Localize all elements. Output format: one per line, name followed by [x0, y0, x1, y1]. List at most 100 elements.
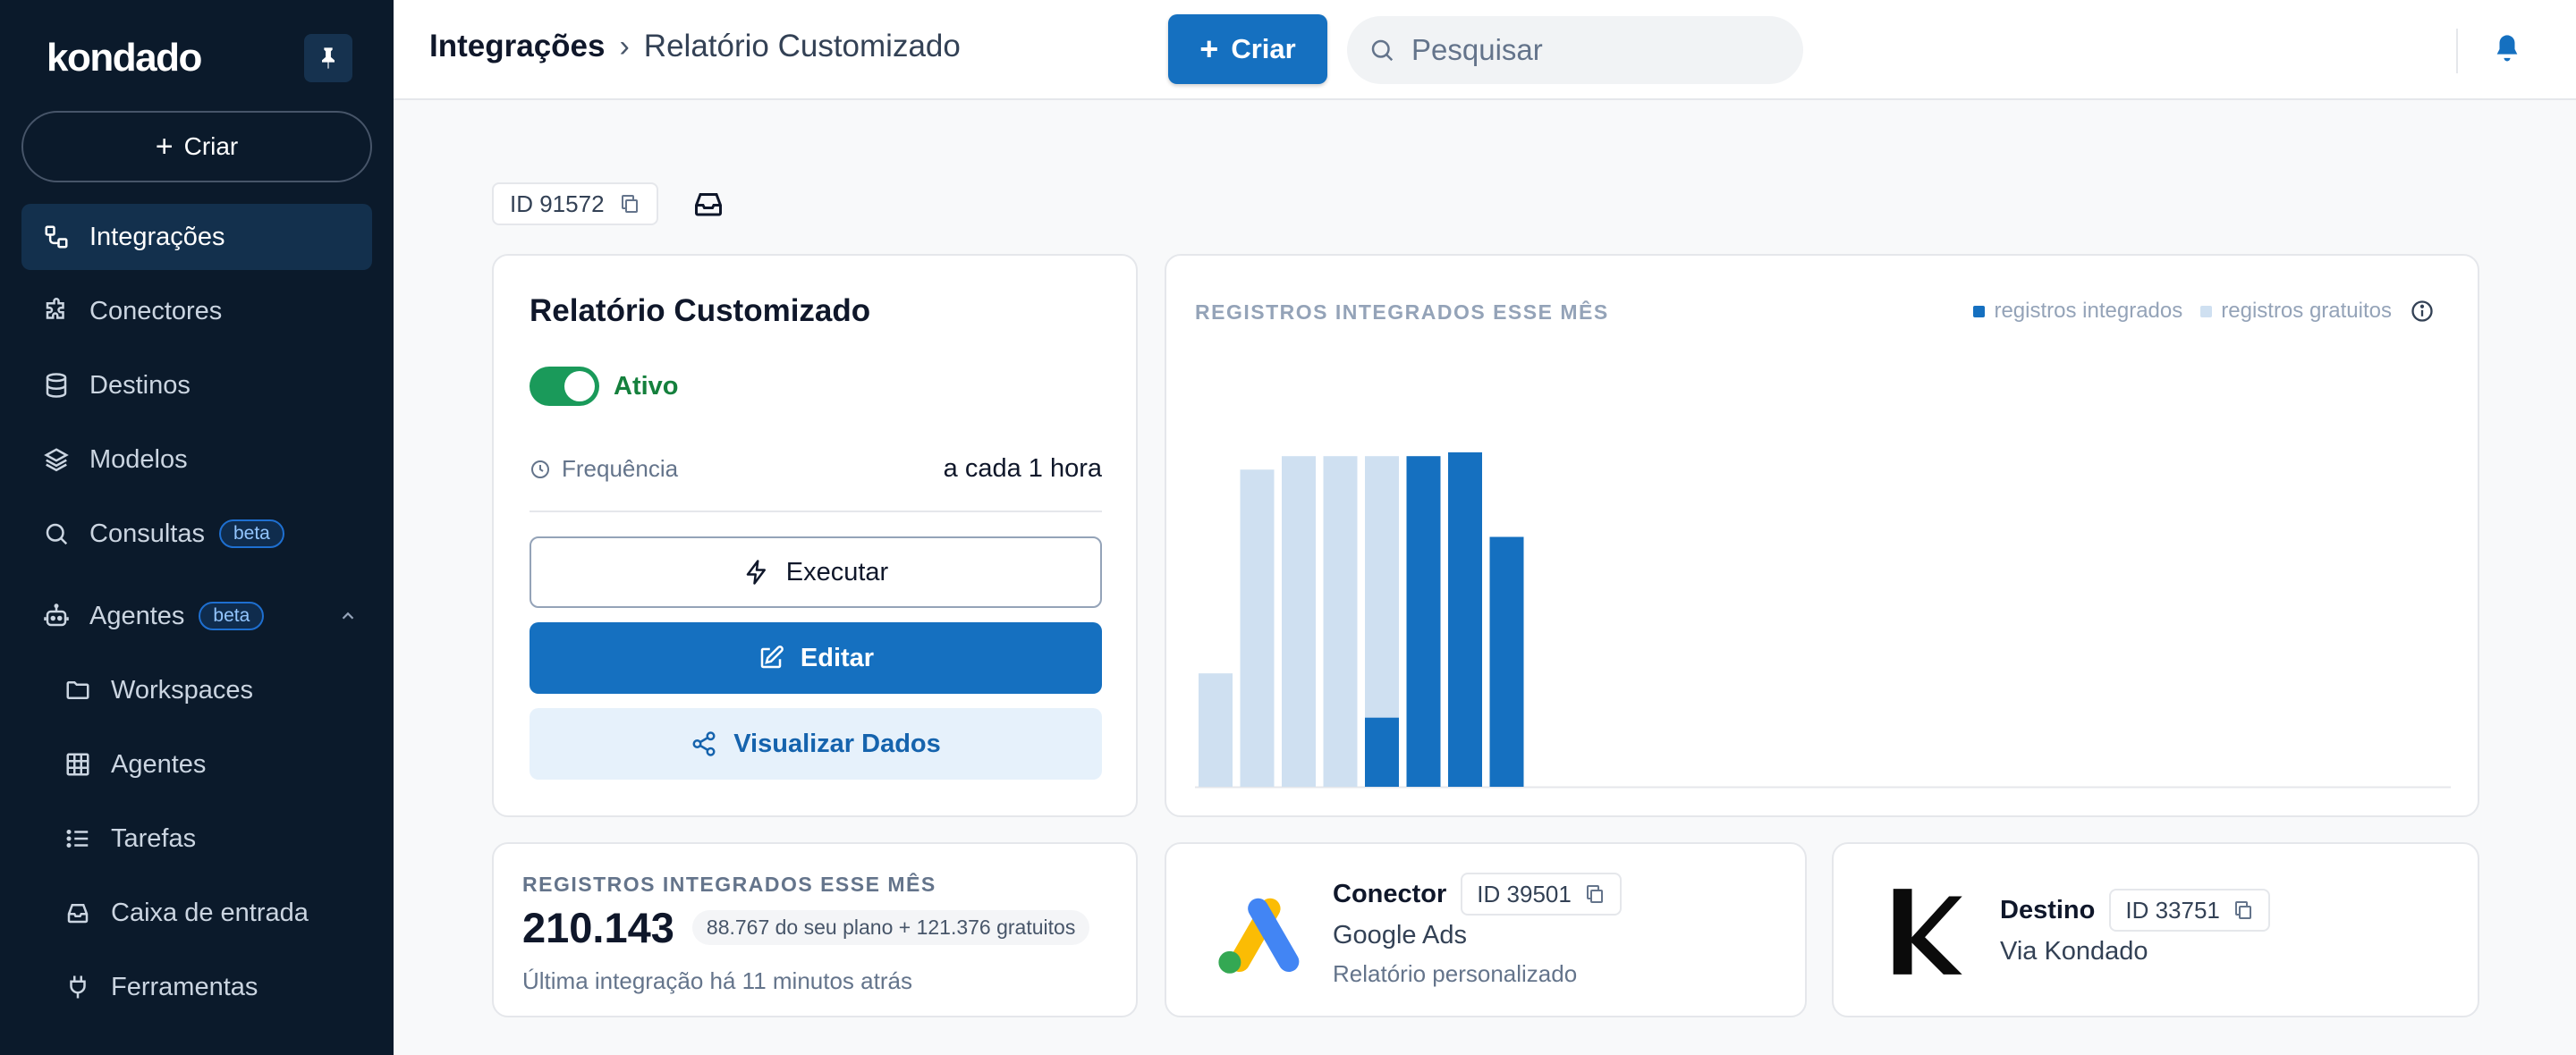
status-label: Ativo — [614, 371, 679, 401]
search-box[interactable] — [1347, 16, 1803, 84]
copy-icon[interactable] — [2233, 899, 2254, 921]
sidebar-item-tarefas[interactable]: Tarefas — [21, 806, 372, 872]
puzzle-icon — [41, 296, 72, 326]
breadcrumb-current: Relatório Customizado — [643, 29, 961, 63]
folder-icon — [63, 675, 93, 705]
bar-integrated-8[interactable] — [1489, 536, 1524, 788]
inbox-button[interactable] — [692, 188, 724, 220]
bar-free-2[interactable] — [1240, 469, 1275, 787]
top-bar-divider — [2456, 29, 2458, 73]
sidebar-item-label: Integrações — [89, 222, 225, 251]
sidebar-header: kondado — [47, 34, 352, 82]
integration-card: Relatório Customizado Ativo Frequência a… — [492, 254, 1138, 817]
inbox-icon — [695, 193, 722, 216]
google-ads-logo — [1218, 898, 1300, 974]
bar-integrated-7[interactable] — [1448, 452, 1482, 787]
sidebar-item-label: Conectores — [89, 296, 223, 325]
robot-icon — [41, 601, 72, 631]
active-toggle[interactable] — [530, 367, 599, 406]
sidebar-item-destinos[interactable]: Destinos — [21, 352, 372, 418]
sidebar-item-caixa-de-entrada[interactable]: Caixa de entrada — [21, 880, 372, 946]
inbox-icon — [63, 898, 93, 928]
destination-label: Destino — [2000, 895, 2096, 924]
bell-icon — [2496, 35, 2518, 62]
pin-button[interactable] — [304, 34, 352, 82]
sidebar-item-consultas[interactable]: Consultas beta — [21, 501, 372, 567]
stats-row: 210.143 88.767 do seu plano + 121.376 gr… — [522, 903, 1090, 952]
sidebar-item-label: Ferramentas — [111, 972, 258, 1001]
sidebar-item-integracoes[interactable]: Integrações — [21, 204, 372, 270]
plus-icon: + — [1199, 30, 1219, 67]
breadcrumb: Integrações › Relatório Customizado — [429, 29, 961, 64]
sidebar-item-ferramentas[interactable]: Ferramentas — [21, 954, 372, 1020]
status-row: Ativo — [530, 367, 679, 406]
sidebar-item-workspaces[interactable]: Workspaces — [21, 657, 372, 723]
integration-id: ID 91572 — [510, 190, 605, 217]
search-input[interactable] — [1411, 33, 1769, 67]
edit-icon — [760, 646, 784, 669]
destination-id: ID 33751 — [2125, 896, 2220, 924]
execute-button[interactable]: Executar — [530, 536, 1102, 608]
execute-label: Executar — [785, 557, 889, 587]
sidebar-item-conectores[interactable]: Conectores — [21, 278, 372, 344]
sidebar-item-label: Consultas — [89, 519, 205, 548]
create-button[interactable]: + Criar — [1168, 14, 1327, 84]
clock-icon — [531, 460, 549, 478]
records-chart-card: REGISTROS INTEGRADOS ESSE MÊS registros … — [1165, 254, 2479, 817]
view-data-label: Visualizar Dados — [733, 729, 941, 758]
records-stats-card: REGISTROS INTEGRADOS ESSE MÊS 210.143 88… — [492, 842, 1138, 1017]
beta-badge: beta — [218, 519, 284, 548]
bar-free-3[interactable] — [1282, 456, 1316, 787]
notifications-button[interactable] — [2492, 32, 2522, 66]
share-icon — [692, 731, 716, 756]
kondado-logo — [1893, 889, 1962, 975]
destination-card[interactable]: Destino ID 33751 Via Kondado — [1832, 842, 2479, 1017]
frequency-row: Frequência a cada 1 hora — [530, 454, 1102, 484]
search-icon — [1371, 39, 1394, 62]
connector-name: Google Ads — [1333, 921, 1467, 950]
sidebar-item-label: Tarefas — [111, 823, 197, 853]
sidebar-item-modelos[interactable]: Modelos — [21, 426, 372, 493]
stats-total: 210.143 — [522, 904, 674, 951]
sidebar-item-label: Destinos — [89, 370, 191, 400]
connector-card[interactable]: Conector ID 39501 Google Ads Relatório p… — [1165, 842, 1807, 1017]
copy-icon[interactable] — [619, 193, 640, 215]
sidebar-create-button[interactable]: + Criar — [21, 111, 372, 182]
divider — [530, 511, 1102, 512]
sidebar-item-agentes[interactable]: Agentes — [21, 731, 372, 798]
view-data-button[interactable]: Visualizar Dados — [530, 708, 1102, 780]
beta-badge: beta — [199, 602, 265, 630]
destination-name: Via Kondado — [2000, 937, 2148, 966]
bar-integrated-5[interactable] — [1365, 717, 1399, 787]
list-icon — [63, 823, 93, 854]
breadcrumb-root-link[interactable]: Integrações — [429, 29, 605, 64]
connector-header: Conector ID 39501 — [1333, 873, 1622, 916]
connector-id-badge: ID 39501 — [1461, 873, 1622, 916]
sidebar-nav: Integrações Conectores Destinos Modelos … — [21, 204, 372, 1028]
chevron-up-icon[interactable] — [338, 606, 358, 626]
connector-label: Conector — [1333, 879, 1447, 908]
integrations-icon — [41, 222, 72, 252]
top-bar: Integrações › Relatório Customizado + Cr… — [394, 0, 2576, 100]
copy-icon[interactable] — [1584, 883, 1606, 905]
search-icon — [41, 519, 72, 549]
last-integration-text: Última integração há 11 minutos atrás — [522, 967, 912, 994]
edit-button[interactable]: Editar — [530, 622, 1102, 694]
bar-free-1[interactable] — [1199, 673, 1233, 787]
connector-subtitle: Relatório personalizado — [1333, 960, 1578, 987]
sidebar: kondado + Criar Integrações Conectores D… — [0, 0, 394, 1055]
plus-icon: + — [155, 130, 174, 164]
sidebar-item-agentes-group[interactable]: Agentes beta — [21, 583, 372, 649]
pin-icon — [322, 47, 335, 69]
bar-free-4[interactable] — [1323, 456, 1358, 787]
bar-free-5[interactable] — [1365, 456, 1399, 718]
destination-header: Destino ID 33751 — [2000, 889, 2270, 932]
sidebar-item-label: Workspaces — [111, 675, 254, 705]
stats-breakdown: 88.767 do seu plano + 121.376 gratuitos — [691, 910, 1090, 945]
stats-title: REGISTROS INTEGRADOS ESSE MÊS — [522, 873, 936, 896]
frequency-label-group: Frequência — [530, 455, 678, 483]
bar-integrated-6[interactable] — [1406, 456, 1441, 787]
plug-icon — [63, 972, 93, 1002]
kondado-logo[interactable]: kondado — [47, 36, 202, 80]
sidebar-item-label: Agentes — [89, 601, 185, 630]
